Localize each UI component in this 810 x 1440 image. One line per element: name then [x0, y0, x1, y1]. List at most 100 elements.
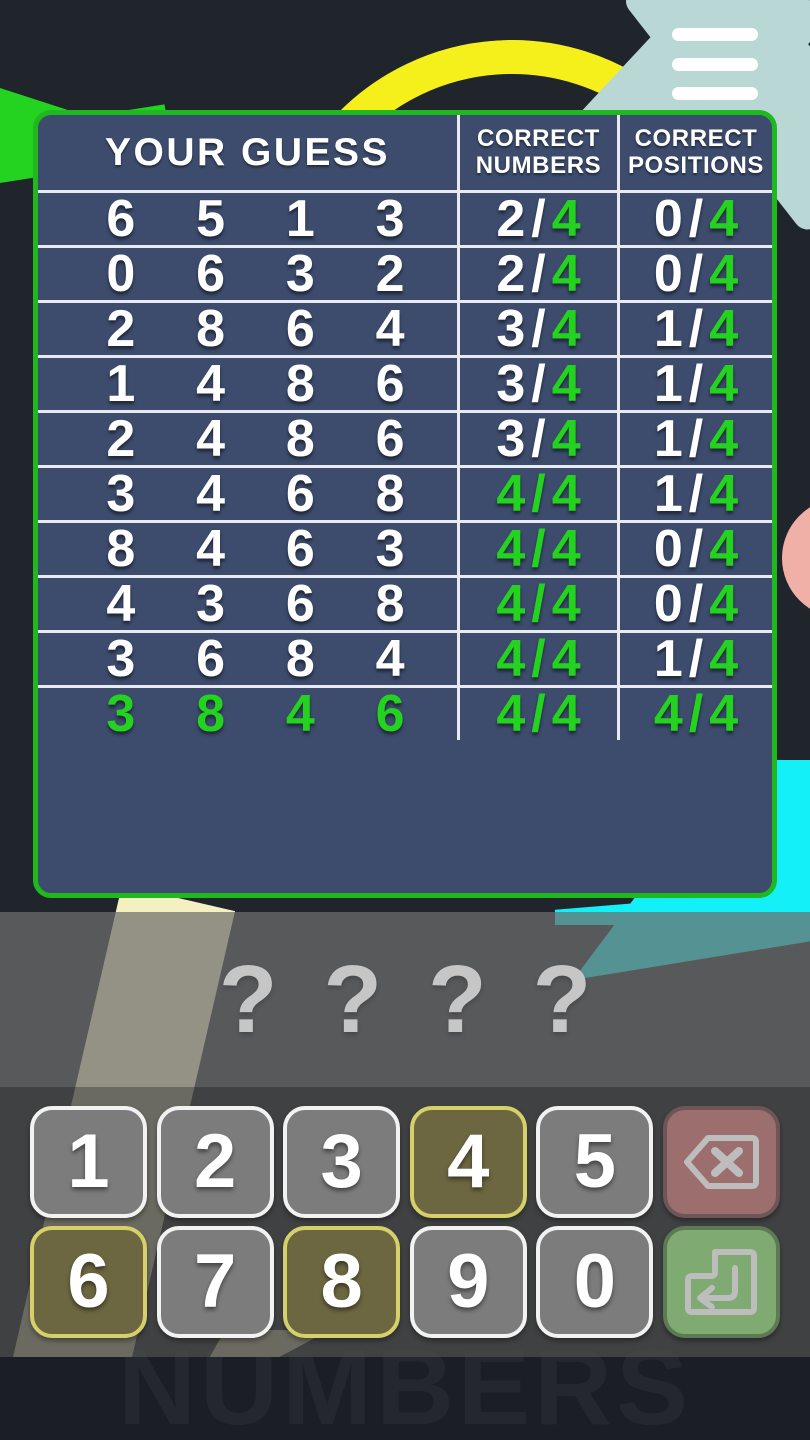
correct-positions-total: 4: [709, 520, 739, 578]
correct-numbers-value: 4: [496, 630, 526, 688]
header-correct-positions-line1: CORRECT: [634, 125, 758, 153]
score-separator: /: [688, 300, 704, 358]
key-5[interactable]: 5: [536, 1106, 654, 1218]
guess-digit: 3: [106, 685, 136, 743]
correct-positions-total: 4: [709, 245, 739, 303]
correct-numbers-value: 4: [496, 520, 526, 578]
guess-digit: 8: [196, 300, 226, 358]
correct-numbers-total: 4: [551, 630, 581, 688]
correct-numbers-total: 4: [551, 575, 581, 633]
key-9[interactable]: 9: [409, 1226, 527, 1338]
key-2[interactable]: 2: [156, 1106, 274, 1218]
guess-digit: 6: [375, 685, 405, 743]
correct-positions-value: 1: [653, 410, 683, 468]
numeric-keypad: 12345 67890: [0, 1087, 810, 1357]
game-screen: NUMBERS YOUR GUESS CORRECT NUMBERS CORRE…: [0, 0, 810, 1440]
score-separator: /: [531, 685, 546, 743]
correct-numbers-cell: 4/4: [457, 578, 617, 630]
guess-digits-cell: 2 4 8 6: [38, 413, 457, 465]
score-separator: /: [688, 520, 704, 578]
header-correct-numbers-line1: CORRECT: [477, 125, 600, 153]
correct-positions-value: 1: [653, 630, 683, 688]
guess-slot-4[interactable]: ?: [533, 951, 592, 1048]
correct-positions-value: 0: [653, 520, 683, 578]
guess-row: 3 8 4 6 4/4 4/4: [38, 688, 772, 740]
guess-digit: 8: [285, 355, 315, 413]
guess-digit: 6: [196, 630, 226, 688]
score-separator: /: [531, 355, 546, 413]
guess-row: 6 5 1 3 2/4 0/4: [38, 193, 772, 248]
board-header-row: YOUR GUESS CORRECT NUMBERS CORRECT POSIT…: [38, 115, 772, 193]
key-4[interactable]: 4: [409, 1106, 527, 1218]
score-separator: /: [688, 575, 704, 633]
correct-numbers-total: 4: [551, 300, 581, 358]
score-separator: /: [531, 630, 546, 688]
key-0[interactable]: 0: [536, 1226, 654, 1338]
current-guess-input[interactable]: ? ? ? ?: [0, 912, 810, 1087]
score-separator: /: [531, 190, 546, 248]
guess-digit: 4: [375, 300, 405, 358]
guess-digit: 6: [285, 575, 315, 633]
key-3[interactable]: 3: [283, 1106, 401, 1218]
key-label: 2: [193, 1119, 237, 1204]
correct-numbers-total: 4: [551, 245, 581, 303]
correct-numbers-total: 4: [551, 410, 581, 468]
key-label: 5: [573, 1119, 617, 1204]
key-6[interactable]: 6: [30, 1226, 147, 1338]
guess-digits-cell: 0 6 3 2: [38, 248, 457, 300]
key-8[interactable]: 8: [283, 1226, 401, 1338]
correct-numbers-cell: 2/4: [457, 193, 617, 245]
correct-numbers-cell: 4/4: [457, 468, 617, 520]
guess-digit: 8: [285, 630, 315, 688]
correct-numbers-value: 2: [496, 245, 526, 303]
correct-numbers-cell: 3/4: [457, 303, 617, 355]
header-correct-positions-line2: POSITIONS: [627, 151, 765, 179]
key-label: 4: [447, 1119, 490, 1204]
guess-digits-cell: 3 6 8 4: [38, 633, 457, 685]
guess-slot-3[interactable]: ?: [428, 951, 487, 1048]
guess-slot-2[interactable]: ?: [323, 951, 382, 1048]
guess-digit: 2: [106, 410, 136, 468]
guess-row: 4 3 6 8 4/4 0/4: [38, 578, 772, 633]
guess-digit: 4: [196, 465, 226, 523]
guess-row: 3 6 8 4 4/4 1/4: [38, 633, 772, 688]
key-1[interactable]: 1: [30, 1106, 147, 1218]
key-label: 7: [193, 1239, 237, 1324]
score-separator: /: [688, 630, 704, 688]
correct-positions-value: 4: [653, 685, 683, 743]
guess-digit: 4: [375, 630, 405, 688]
guess-digit: 6: [285, 520, 315, 578]
guess-digits-cell: 2 8 6 4: [38, 303, 457, 355]
hamburger-menu-icon[interactable]: [672, 28, 758, 100]
correct-positions-total: 4: [709, 575, 739, 633]
backspace-icon[interactable]: [662, 1106, 780, 1218]
guess-digit: 3: [106, 465, 136, 523]
guess-digit: 2: [375, 245, 405, 303]
correct-numbers-total: 4: [551, 355, 581, 413]
score-separator: /: [531, 520, 546, 578]
guess-digit: 4: [196, 355, 226, 413]
keypad-row-2: 67890: [30, 1226, 780, 1338]
score-separator: /: [531, 575, 546, 633]
header-your-guess: YOUR GUESS: [104, 130, 391, 174]
guess-digit: 3: [285, 245, 315, 303]
guess-slot-1[interactable]: ?: [219, 951, 278, 1048]
correct-positions-value: 1: [653, 355, 683, 413]
correct-positions-value: 0: [653, 190, 683, 248]
correct-positions-cell: 1/4: [617, 468, 772, 520]
header-correct-numbers-line2: NUMBERS: [475, 151, 602, 179]
guess-digits-cell: 1 4 8 6: [38, 358, 457, 410]
guess-digit: 8: [375, 465, 405, 523]
guess-digit: 6: [106, 190, 136, 248]
correct-positions-cell: 0/4: [617, 578, 772, 630]
score-separator: /: [688, 465, 704, 523]
correct-positions-total: 4: [709, 190, 739, 248]
guess-digit: 3: [375, 190, 405, 248]
correct-positions-total: 4: [709, 355, 739, 413]
guess-digits-cell: 8 4 6 3: [38, 523, 457, 575]
correct-positions-value: 0: [653, 575, 683, 633]
key-7[interactable]: 7: [156, 1226, 274, 1338]
score-separator: /: [531, 465, 546, 523]
correct-positions-value: 0: [653, 245, 683, 303]
enter-icon[interactable]: [662, 1226, 780, 1338]
